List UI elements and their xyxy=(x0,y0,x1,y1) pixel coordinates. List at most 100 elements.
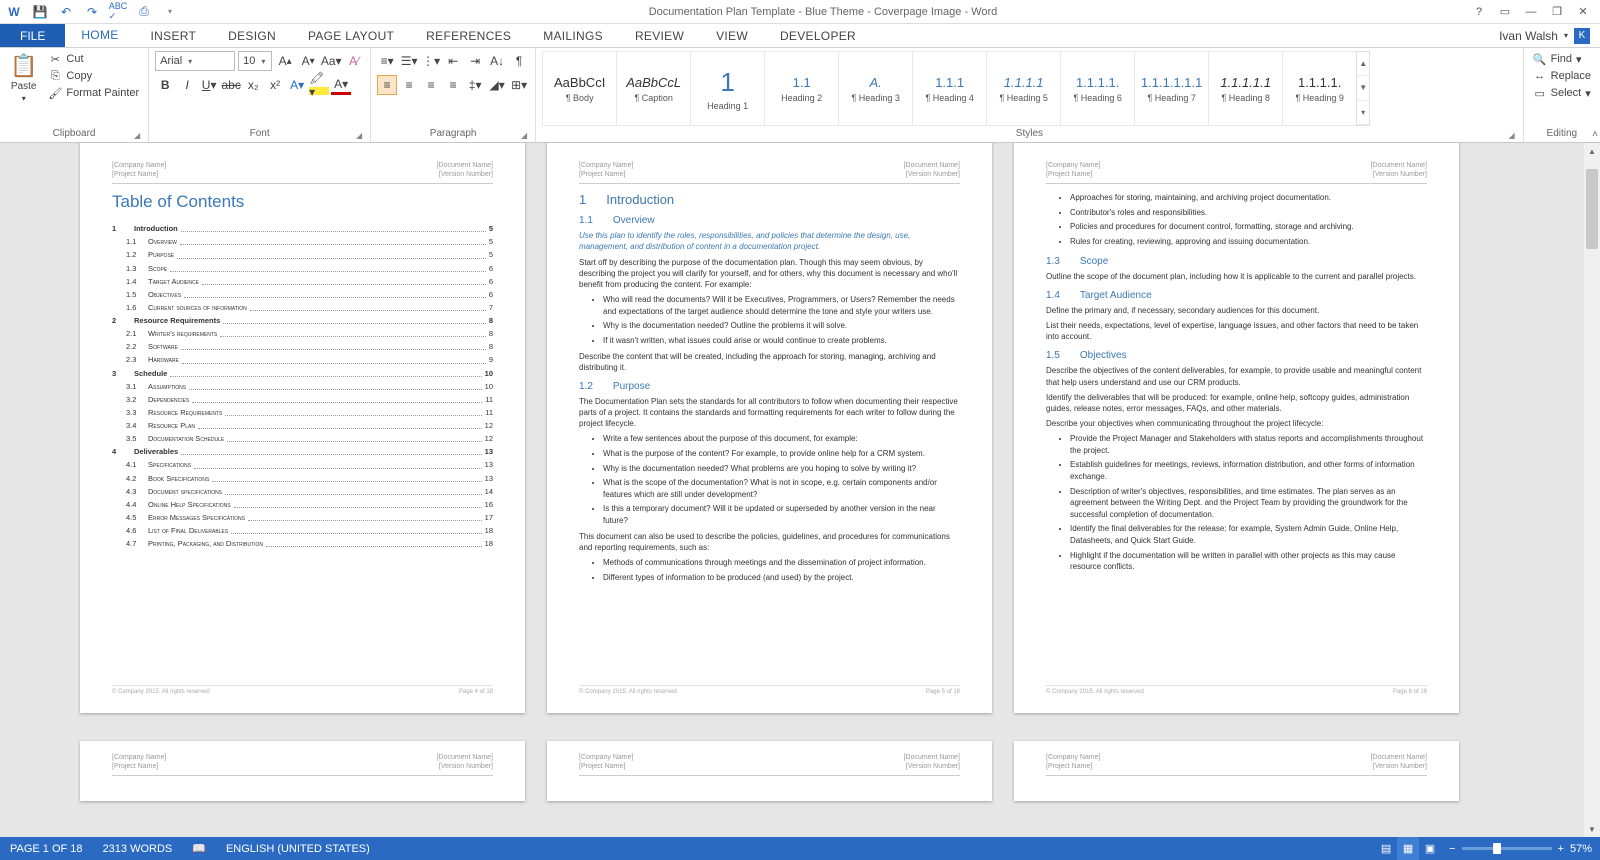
style---heading-7[interactable]: 1.1.1.1.1.1¶ Heading 7 xyxy=(1134,51,1209,126)
zoom-level[interactable]: 57% xyxy=(1570,843,1592,855)
page-scope: [Company Name][Project Name][Document Na… xyxy=(1014,143,1459,713)
scroll-up-icon[interactable]: ▲ xyxy=(1584,143,1600,159)
spelling-icon[interactable]: ABC✓ xyxy=(110,4,126,20)
grow-font-button[interactable]: A▴ xyxy=(275,51,295,71)
style---body[interactable]: AaBbCcI¶ Body xyxy=(542,51,617,126)
tab-developer[interactable]: DEVELOPER xyxy=(764,24,872,47)
replace-button[interactable]: ↔Replace xyxy=(1530,68,1594,84)
tab-file[interactable]: FILE xyxy=(0,24,65,47)
toc: 1Introduction51.1Overview51.2Purpose51.3… xyxy=(112,222,493,550)
font-dialog-icon[interactable]: ◢ xyxy=(356,131,362,140)
help-icon[interactable]: ? xyxy=(1470,3,1488,21)
underline-button[interactable]: U▾ xyxy=(199,75,219,95)
line-spacing-button[interactable]: ‡▾ xyxy=(465,75,485,95)
tab-view[interactable]: VIEW xyxy=(700,24,764,47)
style-heading-1[interactable]: 1Heading 1 xyxy=(690,51,765,126)
text-effects-button[interactable]: A▾ xyxy=(287,75,307,95)
shrink-font-button[interactable]: A▾ xyxy=(298,51,318,71)
tab-design[interactable]: DESIGN xyxy=(212,24,292,47)
strikethrough-button[interactable]: abc xyxy=(221,75,241,95)
shading-button[interactable]: ◢▾ xyxy=(487,75,507,95)
change-case-button[interactable]: Aa▾ xyxy=(321,51,341,71)
superscript-button[interactable]: x² xyxy=(265,75,285,95)
user-account[interactable]: Ivan Walsh ▾ K xyxy=(1489,24,1600,47)
multilevel-button[interactable]: ⋮▾ xyxy=(421,51,441,71)
collapse-ribbon-icon[interactable]: ˄ xyxy=(1592,129,1598,140)
title-bar: W 💾 ↶ ↷ ABC✓ ⎙ ▾ Documentation Plan Temp… xyxy=(0,0,1600,24)
style---heading-9[interactable]: 1.1.1.1.¶ Heading 9 xyxy=(1282,51,1357,126)
scroll-down-icon[interactable]: ▼ xyxy=(1584,821,1600,837)
status-proofing[interactable]: 📖 xyxy=(182,837,216,860)
font-color-button[interactable]: A▾ xyxy=(331,75,351,95)
show-hide-button[interactable]: ¶ xyxy=(509,51,529,71)
zoom-out-button[interactable]: − xyxy=(1449,843,1455,855)
style---heading-4[interactable]: 1.1.1¶ Heading 4 xyxy=(912,51,987,126)
status-language[interactable]: ENGLISH (UNITED STATES) xyxy=(216,837,380,860)
italic-button[interactable]: I xyxy=(177,75,197,95)
align-center-button[interactable]: ≡ xyxy=(399,75,419,95)
tab-insert[interactable]: INSERT xyxy=(135,24,213,47)
style---caption[interactable]: AaBbCcL¶ Caption xyxy=(616,51,691,126)
font-name-select[interactable]: Arial▾ xyxy=(155,51,235,71)
style---heading-8[interactable]: 1.1.1.1.1¶ Heading 8 xyxy=(1208,51,1283,126)
cut-button[interactable]: ✂Cut xyxy=(45,51,142,67)
group-clipboard: 📋 Paste ▾ ✂Cut ⎘Copy 🖌Format Painter Cli… xyxy=(0,48,149,142)
tab-review[interactable]: REVIEW xyxy=(619,24,700,47)
user-name: Ivan Walsh xyxy=(1499,29,1558,43)
decrease-indent-button[interactable]: ⇤ xyxy=(443,51,463,71)
copy-button[interactable]: ⎘Copy xyxy=(45,68,142,84)
user-badge: K xyxy=(1574,28,1590,44)
align-right-button[interactable]: ≡ xyxy=(421,75,441,95)
web-layout-button[interactable]: ▣ xyxy=(1419,837,1441,860)
numbering-button[interactable]: ☰▾ xyxy=(399,51,419,71)
ribbon: 📋 Paste ▾ ✂Cut ⎘Copy 🖌Format Painter Cli… xyxy=(0,48,1600,143)
zoom-slider[interactable] xyxy=(1462,847,1552,850)
zoom-in-button[interactable]: + xyxy=(1558,843,1564,855)
paragraph-dialog-icon[interactable]: ◢ xyxy=(521,131,527,140)
undo-icon[interactable]: ↶ xyxy=(58,4,74,20)
styles-dialog-icon[interactable]: ◢ xyxy=(1508,131,1514,140)
select-button[interactable]: ▭Select ▾ xyxy=(1530,85,1594,101)
clipboard-dialog-icon[interactable]: ◢ xyxy=(134,131,140,140)
clear-formatting-button[interactable]: A⁄ xyxy=(344,51,364,71)
bold-button[interactable]: B xyxy=(155,75,175,95)
increase-indent-button[interactable]: ⇥ xyxy=(465,51,485,71)
justify-button[interactable]: ≡ xyxy=(443,75,463,95)
tab-home[interactable]: HOME xyxy=(65,24,134,47)
align-left-button[interactable]: ≡ xyxy=(377,75,397,95)
qat-dropdown-icon[interactable]: ▾ xyxy=(162,4,178,20)
read-mode-button[interactable]: ▤ xyxy=(1375,837,1397,860)
page-toc: [Company Name][Project Name][Document Na… xyxy=(80,143,525,713)
subscript-button[interactable]: x₂ xyxy=(243,75,263,95)
tab-references[interactable]: REFERENCES xyxy=(410,24,527,47)
highlight-button[interactable]: 🖍▾ xyxy=(309,75,329,95)
cut-icon: ✂ xyxy=(48,52,62,66)
close-icon[interactable]: ✕ xyxy=(1574,3,1592,21)
save-icon[interactable]: 💾 xyxy=(32,4,48,20)
redo-icon[interactable]: ↷ xyxy=(84,4,100,20)
tab-mailings[interactable]: MAILINGS xyxy=(527,24,619,47)
styles-scroll[interactable]: ▲▼▾ xyxy=(1356,51,1370,126)
borders-button[interactable]: ⊞▾ xyxy=(509,75,529,95)
ribbon-display-icon[interactable]: ▭ xyxy=(1496,3,1514,21)
vertical-scrollbar[interactable]: ▲ ▼ xyxy=(1584,143,1600,837)
status-page[interactable]: PAGE 1 OF 18 xyxy=(0,837,93,860)
font-size-select[interactable]: 10▾ xyxy=(238,51,272,71)
paste-button[interactable]: 📋 Paste ▾ xyxy=(6,51,41,105)
sort-button[interactable]: A↓ xyxy=(487,51,507,71)
find-button[interactable]: 🔍Find ▾ xyxy=(1530,51,1594,67)
scrollbar-thumb[interactable] xyxy=(1586,169,1598,249)
style-heading-2[interactable]: 1.1Heading 2 xyxy=(764,51,839,126)
bullets-button[interactable]: ≡▾ xyxy=(377,51,397,71)
tab-page-layout[interactable]: PAGE LAYOUT xyxy=(292,24,410,47)
quick-print-icon[interactable]: ⎙ xyxy=(136,4,152,20)
style---heading-6[interactable]: 1.1.1.1.¶ Heading 6 xyxy=(1060,51,1135,126)
style---heading-5[interactable]: 1.1.1.1¶ Heading 5 xyxy=(986,51,1061,126)
minimize-icon[interactable]: — xyxy=(1522,3,1540,21)
status-words[interactable]: 2313 WORDS xyxy=(93,837,183,860)
style---heading-3[interactable]: A.¶ Heading 3 xyxy=(838,51,913,126)
print-layout-button[interactable]: ▦ xyxy=(1397,837,1419,860)
word-icon: W xyxy=(6,4,22,20)
format-painter-button[interactable]: 🖌Format Painter xyxy=(45,85,142,101)
restore-icon[interactable]: ❐ xyxy=(1548,3,1566,21)
